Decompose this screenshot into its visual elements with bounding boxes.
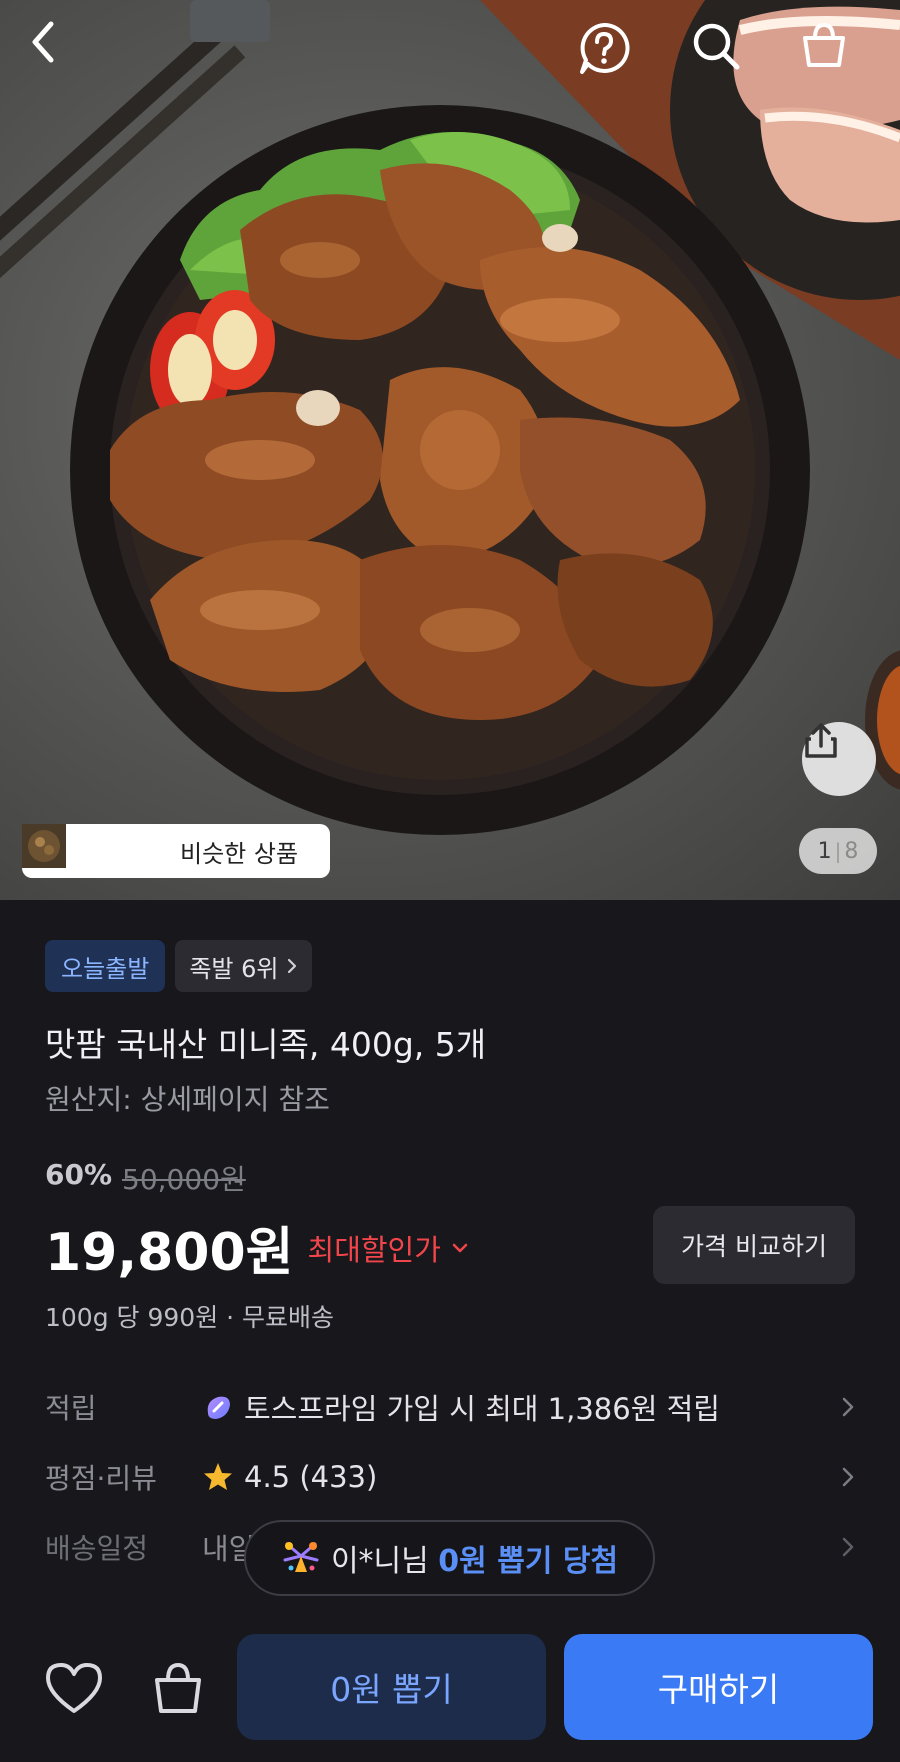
- product-title: 맛팜 국내산 미니족, 400g, 5개: [45, 1025, 487, 1064]
- price-row: 19,800원 최대할인가: [45, 1210, 469, 1285]
- rating-key: 평점·리뷰: [45, 1462, 157, 1495]
- delivery-key: 배송일정: [45, 1532, 149, 1565]
- buy-now-button[interactable]: 구매하기: [564, 1634, 873, 1740]
- max-discount-label: 최대할인가: [307, 1232, 441, 1267]
- win-notification-toast: 이*니님 0원 뽑기 당첨: [244, 1520, 655, 1596]
- wishlist-button[interactable]: [42, 1656, 106, 1720]
- add-to-cart-button[interactable]: [146, 1656, 210, 1720]
- points-value: 토스프라임 가입 시 최대 1,386원 적립: [244, 1392, 720, 1426]
- help-question-icon: [580, 22, 630, 74]
- search-icon: [693, 23, 740, 70]
- chevron-right-icon: [842, 1537, 854, 1557]
- page-current: 1: [817, 838, 832, 864]
- chevron-down-icon: [452, 1243, 468, 1252]
- chevron-right-icon: [842, 1397, 854, 1417]
- product-photo: [0, 0, 900, 835]
- similar-thumb-3: [22, 824, 168, 873]
- back-button[interactable]: [27, 20, 87, 80]
- unit-price-shipping: 100g 당 990원 · 무료배송: [45, 1303, 335, 1332]
- toast-highlight: 0원 뽑기 당첨: [438, 1544, 619, 1579]
- category-rank-label: 족발 6위: [189, 954, 279, 983]
- chevron-right-icon: [842, 1467, 854, 1487]
- similar-products-button[interactable]: 비슷한 상품: [22, 824, 330, 878]
- category-rank-badge[interactable]: 족발 6위: [175, 940, 313, 992]
- share-icon: [805, 723, 837, 758]
- original-price: 50,000원: [122, 1163, 246, 1196]
- toss-prime-icon: [207, 1396, 230, 1419]
- discount-row: 60% 50,000원: [45, 1158, 246, 1198]
- sale-price: 19,800원: [45, 1223, 294, 1283]
- cart-button[interactable]: [799, 20, 859, 80]
- image-page-indicator: 1 | 8: [799, 828, 877, 874]
- today-shipping-badge: 오늘출발: [45, 940, 166, 992]
- points-key: 적립: [45, 1392, 97, 1425]
- back-arrow-icon: [32, 21, 54, 63]
- badge-row: 오늘출발 족발 6위: [45, 940, 313, 992]
- similar-products-label: 비슷한 상품: [180, 839, 299, 868]
- discount-percent: 60%: [45, 1158, 113, 1191]
- toast-name: 이*니님: [330, 1544, 429, 1579]
- page-separator: |: [834, 839, 842, 863]
- help-button[interactable]: [576, 20, 636, 80]
- page-total: 8: [844, 838, 859, 864]
- rating-row[interactable]: 평점·리뷰 4.5 (433): [45, 1452, 855, 1502]
- shopping-bag-icon: [803, 22, 845, 67]
- rating-value: 4.5 (433): [244, 1460, 378, 1494]
- star-icon: [204, 1463, 232, 1490]
- shopping-bag-icon: [155, 1662, 201, 1713]
- max-discount-toggle[interactable]: 최대할인가: [308, 1227, 469, 1269]
- product-origin: 원산지: 상세페이지 참조: [45, 1083, 330, 1116]
- similar-thumb-2: [22, 824, 120, 873]
- chevron-right-icon: [288, 958, 297, 974]
- celebration-icon: [283, 1542, 319, 1572]
- share-button[interactable]: [802, 722, 876, 796]
- points-row[interactable]: 적립 토스프라임 가입 시 최대 1,386원 적립: [45, 1382, 855, 1432]
- heart-icon: [46, 1663, 102, 1713]
- search-button[interactable]: [690, 20, 750, 80]
- price-compare-button[interactable]: 가격 비교하기: [653, 1206, 855, 1284]
- zero-won-draw-button[interactable]: 0원 뽑기: [237, 1634, 546, 1740]
- product-image-area[interactable]: 1 | 8 비슷한 상품: [0, 0, 900, 900]
